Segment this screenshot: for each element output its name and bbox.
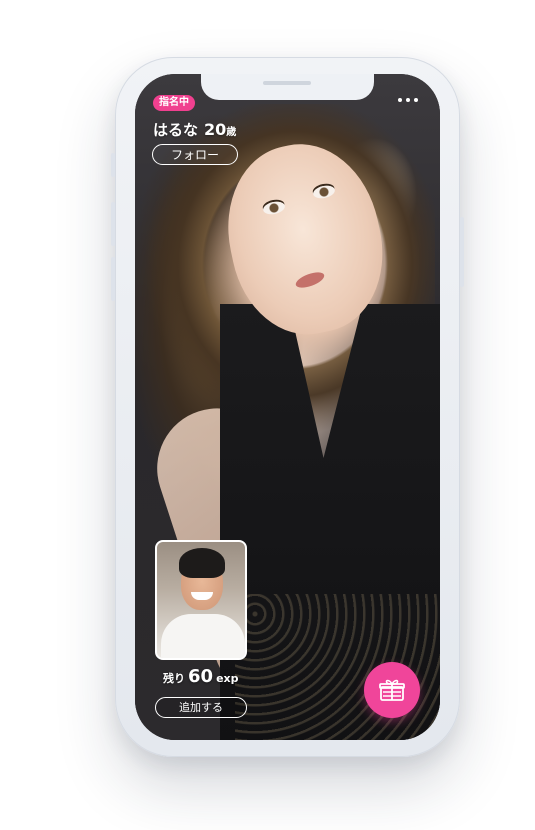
self-camera-preview[interactable] (155, 540, 247, 660)
follow-button[interactable]: フォロー (152, 144, 238, 165)
side-button-volume-up (111, 202, 115, 246)
profile-name: はるな (153, 121, 199, 139)
remaining-unit: exp (216, 672, 239, 685)
side-button-volume-down (111, 257, 115, 301)
profile-name-row: はるな 20歳 (153, 119, 236, 140)
self-preview-shirt (161, 614, 245, 658)
remaining-value: 60 (188, 666, 214, 687)
self-preview-hair (179, 548, 225, 578)
gift-icon (379, 679, 405, 701)
profile-age-unit: 歳 (226, 127, 237, 138)
more-dots-icon[interactable] (398, 98, 418, 102)
remaining-row: 残り 60 exp (163, 666, 239, 687)
gift-button[interactable] (364, 662, 420, 718)
profile-age: 20 (204, 120, 227, 139)
add-button[interactable]: 追加する (155, 697, 247, 718)
menu-dot (414, 98, 418, 102)
phone-screen: 指名中 はるな 20歳 フォロー 残り 60 exp 追加する (135, 74, 440, 740)
speaker-grille (263, 81, 311, 85)
remaining-label: 残り (163, 672, 185, 685)
menu-dot (398, 98, 402, 102)
side-button-power (460, 217, 464, 287)
menu-dot (406, 98, 410, 102)
side-button-mute (111, 153, 115, 177)
phone-frame: 指名中 はるな 20歳 フォロー 残り 60 exp 追加する (111, 57, 464, 757)
status-badge: 指名中 (153, 95, 195, 111)
notch (201, 74, 374, 100)
